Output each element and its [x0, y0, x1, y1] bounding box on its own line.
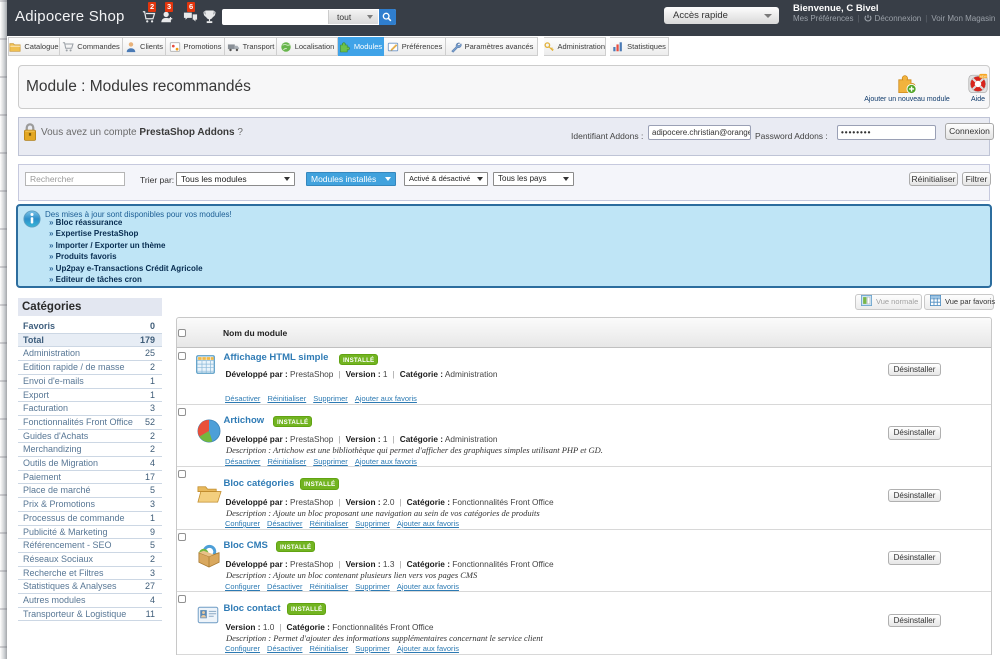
svg-text:NEW: NEW — [980, 74, 987, 78]
